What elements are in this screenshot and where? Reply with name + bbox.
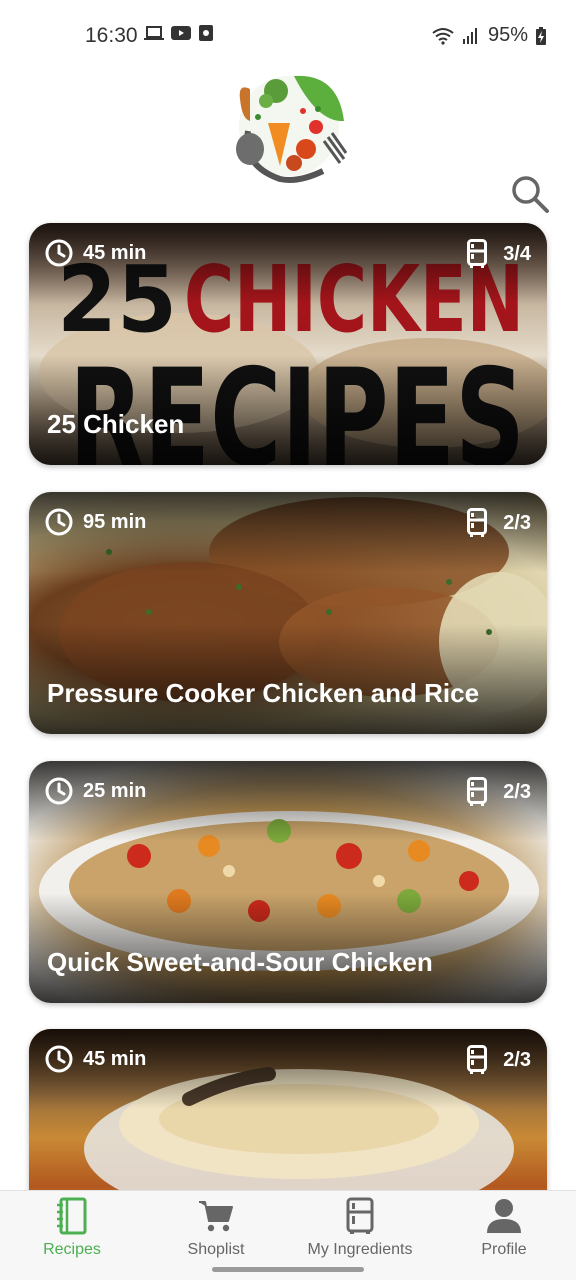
youtube-icon [171, 26, 191, 40]
nav-label: Profile [481, 1241, 527, 1258]
recipe-card[interactable]: 25 min 2/3 Quick Sweet-and-Sour Chicken [29, 761, 547, 1003]
fridge-icon [467, 1045, 488, 1074]
fridge-icon [346, 1197, 374, 1234]
recipe-card[interactable]: 25 CHICKEN RECIPES 45 min 3/4 [29, 223, 547, 465]
clock-icon [45, 1045, 73, 1073]
ingredient-ratio: 2/3 [467, 777, 531, 807]
clock-icon [45, 239, 73, 267]
nav-profile[interactable]: Profile [432, 1191, 576, 1263]
signal-icon [462, 27, 477, 44]
status-right: 95% [432, 24, 546, 47]
fridge-icon [467, 508, 488, 537]
clock-icon [45, 777, 73, 805]
ingredient-ratio: 2/3 [467, 1045, 531, 1075]
cook-time: 45 min [45, 1045, 146, 1073]
clock-icon [45, 508, 73, 536]
nav-shoplist[interactable]: Shoplist [144, 1191, 288, 1263]
battery-percent: 95% [487, 24, 528, 46]
fridge-icon [467, 239, 488, 268]
recipe-title: Pressure Cooker Chicken and Rice [47, 678, 480, 708]
wifi-icon [432, 27, 454, 45]
veggie-logo [236, 75, 348, 183]
ingredient-ratio: 3/4 [467, 239, 531, 269]
ingredient-ratio-value: 2/3 [503, 1048, 531, 1071]
recipe-title: 25 Chicken [47, 409, 185, 439]
cook-time-value: 25 min [83, 779, 147, 802]
ingredient-ratio: 2/3 [467, 508, 531, 538]
nav-recipes[interactable]: Recipes [0, 1191, 144, 1263]
search-icon[interactable] [510, 174, 550, 214]
cook-time: 45 min [45, 239, 146, 267]
status-bar: 16:30 95% [0, 0, 576, 70]
nav-my-ingredients[interactable]: My Ingredients [288, 1191, 432, 1263]
home-indicator[interactable] [212, 1267, 364, 1272]
cart-icon [199, 1201, 233, 1232]
nav-label: My Ingredients [307, 1241, 413, 1258]
battery-charging-icon [536, 26, 546, 45]
cook-time: 95 min [45, 508, 146, 536]
cook-time: 25 min [45, 777, 146, 805]
nav-label: Recipes [43, 1241, 101, 1258]
ingredient-ratio-value: 2/3 [503, 511, 531, 534]
cook-time-value: 95 min [83, 510, 147, 533]
fridge-icon [467, 777, 488, 806]
ingredient-ratio-value: 3/4 [503, 242, 531, 265]
cook-time-value: 45 min [83, 1047, 147, 1070]
app-notification-icon [199, 25, 213, 41]
nav-label: Shoplist [187, 1241, 245, 1258]
app-header [0, 68, 576, 213]
status-time: 16:30 [85, 24, 138, 47]
cook-time-value: 45 min [83, 241, 147, 264]
laptop-icon [144, 26, 164, 40]
ingredient-ratio-value: 2/3 [503, 780, 531, 803]
recipe-card[interactable]: 95 min 2/3 Pressure Cooker Chicken and R… [29, 492, 547, 734]
recipe-title: Quick Sweet-and-Sour Chicken [47, 947, 433, 977]
notebook-icon [57, 1197, 87, 1235]
notification-icons [144, 25, 218, 41]
person-icon [487, 1199, 521, 1233]
